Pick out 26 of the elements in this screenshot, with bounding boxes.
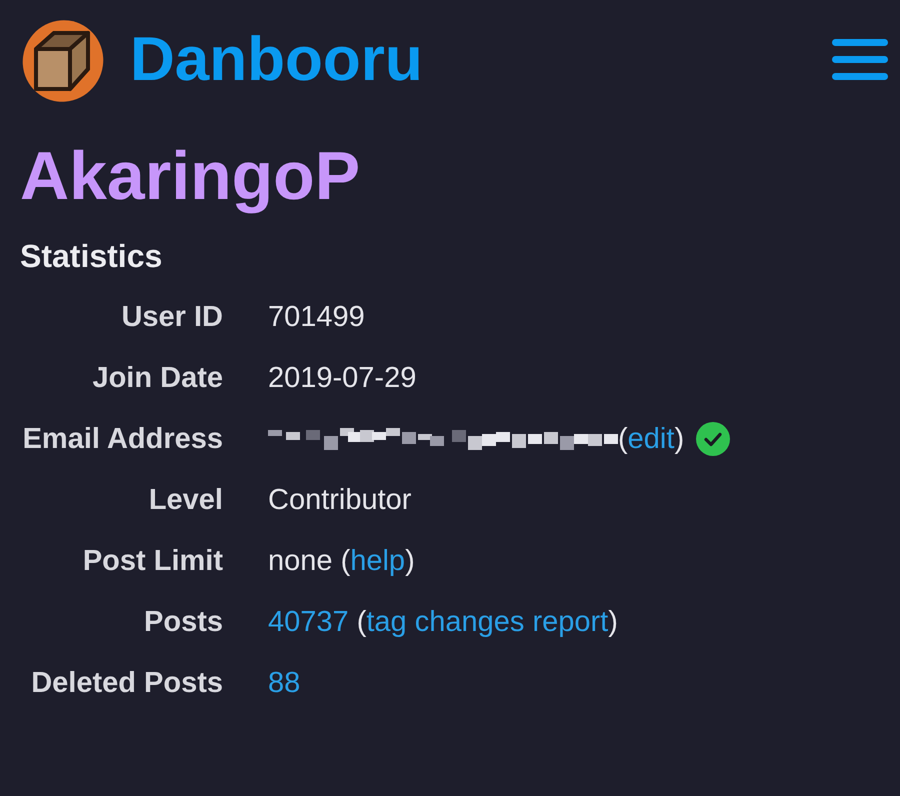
value-link[interactable]: 88 bbox=[268, 662, 300, 704]
value-text: 2019-07-29 bbox=[268, 360, 416, 396]
value-link[interactable]: 40737 bbox=[268, 600, 349, 642]
menu-icon[interactable] bbox=[832, 37, 888, 83]
value-text: ) bbox=[608, 604, 618, 640]
value-text: none ( bbox=[268, 544, 350, 578]
field-label: Level bbox=[148, 482, 223, 518]
value-link[interactable]: help bbox=[350, 540, 406, 582]
verified-check-icon bbox=[696, 422, 730, 456]
field-label: User ID bbox=[120, 300, 223, 334]
value-text: ) bbox=[405, 544, 415, 578]
site-title[interactable]: Danbooru bbox=[130, 29, 423, 91]
field-label: Email Address bbox=[22, 422, 223, 456]
field-label: Posts bbox=[143, 604, 223, 640]
value-link[interactable]: tag changes report bbox=[366, 600, 608, 642]
value-text: ( bbox=[618, 422, 628, 456]
field-label: Post Limit bbox=[82, 544, 223, 578]
value-link[interactable]: edit bbox=[628, 418, 674, 460]
value-text: ) bbox=[674, 422, 684, 456]
value-text: Contributor bbox=[268, 482, 412, 518]
value-text: 701499 bbox=[268, 300, 365, 334]
field-label: Deleted Posts bbox=[30, 666, 223, 700]
section-heading: Statistics bbox=[20, 240, 164, 272]
field-label: Join Date bbox=[91, 360, 223, 396]
cube-logo-icon[interactable] bbox=[20, 17, 106, 103]
value-text: ( bbox=[356, 604, 366, 640]
